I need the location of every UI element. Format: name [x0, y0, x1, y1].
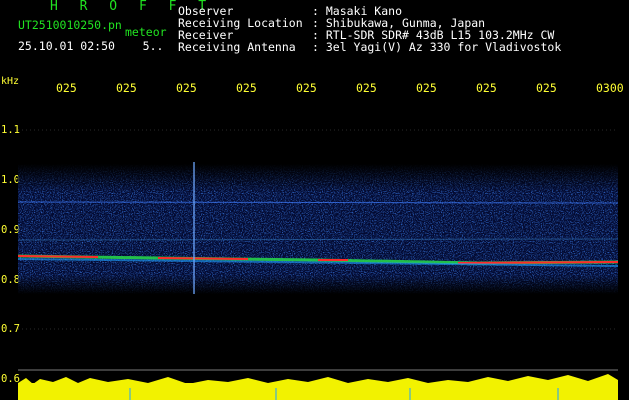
datetime-label: 25.10.01 02:50 5.. — [18, 40, 163, 52]
station-info: Observer: Masaki Kano Receiving Location… — [178, 5, 561, 65]
meteor-count: 5.. — [142, 39, 164, 53]
x-tick-label: 025 — [116, 81, 137, 95]
y-axis-unit: kHz — [1, 76, 20, 87]
x-tick-label: 0300 — [596, 81, 624, 95]
x-tick-label: 025 — [296, 81, 317, 95]
x-tick-label: 025 — [416, 81, 437, 95]
x-tick-label: 025 — [56, 81, 77, 95]
datetime-value: 25.10.01 02:50 — [18, 39, 115, 53]
x-tick-label: 025 — [356, 81, 377, 95]
filename-label: UT2510010250.pn — [18, 18, 122, 32]
info-row-antenna: Receiving Antenna: 3el Yagi(V) Az 330 fo… — [178, 40, 562, 54]
x-tick-label: 025 — [176, 81, 197, 95]
x-tick-label: 025 — [236, 81, 257, 95]
x-tick-label: 025 — [536, 81, 557, 95]
waterfall-spectrogram — [18, 129, 618, 400]
meteor-label: meteor — [125, 25, 167, 39]
x-tick-label: 025 — [476, 81, 497, 95]
